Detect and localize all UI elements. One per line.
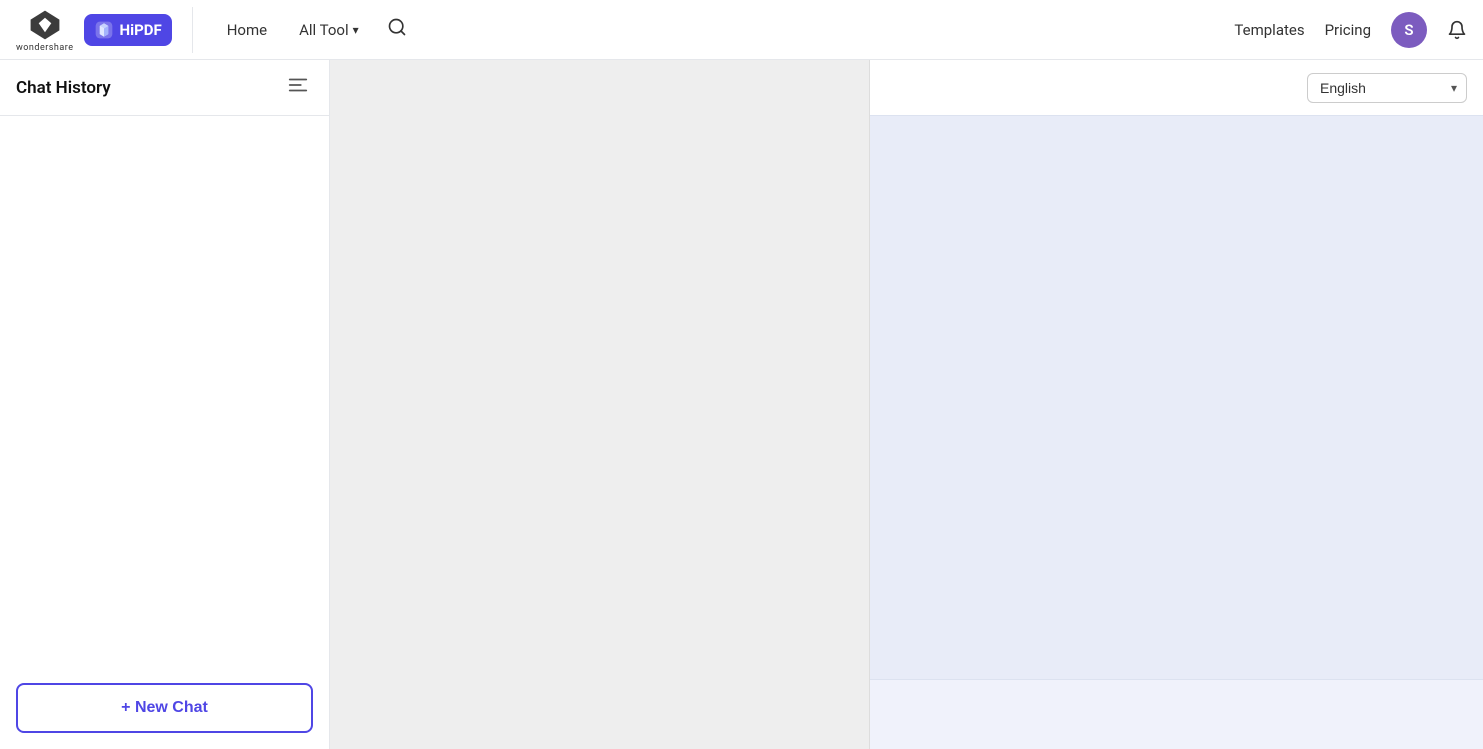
sidebar: Chat History + New Chat <box>0 60 330 749</box>
header-right: Templates Pricing S <box>1234 12 1467 48</box>
nav-home[interactable]: Home <box>213 15 281 45</box>
sidebar-header: Chat History <box>0 60 329 116</box>
search-icon <box>387 17 407 37</box>
chat-input-area <box>870 679 1483 749</box>
search-button[interactable] <box>377 11 417 48</box>
nav-templates[interactable]: Templates <box>1234 21 1304 39</box>
logo-area: wondershare HiPDF <box>16 7 193 53</box>
nav-all-tool[interactable]: All Tool ▾ <box>285 15 373 45</box>
main-content: Chat History + New Chat English French <box>0 60 1483 749</box>
app-header: wondershare HiPDF Home All Tool ▾ <box>0 0 1483 60</box>
language-selector-wrapper: English French Spanish German Chinese ▾ <box>1307 73 1467 103</box>
nav-pricing[interactable]: Pricing <box>1325 21 1371 39</box>
user-avatar[interactable]: S <box>1391 12 1427 48</box>
collapse-sidebar-button[interactable] <box>283 70 313 105</box>
wondershare-logo: wondershare <box>16 7 74 53</box>
wondershare-icon <box>27 7 63 43</box>
hipdf-text: HiPDF <box>120 21 162 39</box>
collapse-icon <box>287 74 309 96</box>
main-nav: Home All Tool ▾ <box>213 11 417 48</box>
chat-panel: English French Spanish German Chinese ▾ <box>870 60 1483 749</box>
notification-icon[interactable] <box>1447 20 1467 40</box>
chevron-down-icon: ▾ <box>353 23 359 37</box>
language-select[interactable]: English French Spanish German Chinese <box>1307 73 1467 103</box>
sidebar-body <box>0 116 329 749</box>
chat-panel-top: English French Spanish German Chinese ▾ <box>870 60 1483 116</box>
wondershare-text: wondershare <box>16 43 74 53</box>
new-chat-button[interactable]: + New Chat <box>16 683 313 733</box>
chat-messages-area <box>870 116 1483 679</box>
hipdf-icon <box>94 20 114 40</box>
sidebar-title: Chat History <box>16 78 111 98</box>
document-viewer-panel <box>330 60 870 749</box>
hipdf-logo[interactable]: HiPDF <box>84 14 172 46</box>
